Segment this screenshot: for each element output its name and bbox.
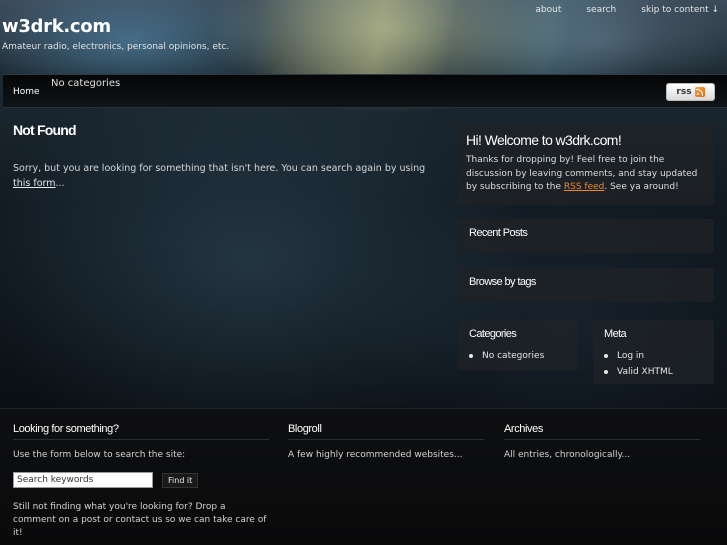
browse-tags-title: Browse by tags [469,276,536,288]
browse-tags-box[interactable]: Browse by tags [458,268,714,302]
footer-search-note: Still not finding what you're looking fo… [13,502,267,538]
list-item: No categories [469,348,567,364]
nav-bar: Home No categories rss [3,74,727,108]
meta-valid-xhtml-link[interactable]: Valid XHTML [604,364,703,380]
blogroll-title: Blogroll [288,423,484,440]
welcome-box: Hi! Welcome to w3drk.com! Thanks for dro… [458,124,714,205]
categories-list: No categories [469,348,567,364]
archives-text: All entries, chronologically... [504,450,631,460]
top-link-skip-to-content[interactable]: skip to content ↓ [624,4,727,18]
footer-search-text: Use the form below to search the site: [13,450,186,460]
welcome-text-part-2: . See ya around! [604,182,679,192]
meta-list: Log in Valid XHTML [604,348,703,380]
meta-login-link[interactable]: Log in [604,348,703,364]
not-found-ellipsis: ... [55,178,65,189]
welcome-text: Thanks for dropping by! Feel free to joi… [466,154,706,195]
page: about search skip to content ↓ w3drk.com… [0,0,727,545]
not-found-text: Sorry, but you are looking for something… [13,163,426,174]
blogroll-text: A few highly recommended websites... [288,450,463,460]
nav-categories-text: No categories [51,78,121,89]
rss-button[interactable]: rss [666,83,715,101]
meta-box: Meta Log in Valid XHTML [593,320,714,384]
footer-search-title: Looking for something? [13,423,269,440]
top-link-search[interactable]: search [569,4,624,18]
find-it-button[interactable]: Find it [162,472,199,488]
recent-posts-title: Recent Posts [469,227,528,239]
recent-posts-box[interactable]: Recent Posts [458,219,714,253]
not-found-message: Sorry, but you are looking for something… [13,161,433,191]
site-description: Amateur radio, electronics, personal opi… [2,42,230,52]
archives-title: Archives [504,423,700,440]
page-title: Not Found [13,122,77,138]
rss-feed-icon [694,87,705,97]
top-link-about[interactable]: about [518,4,569,18]
rss-button-label: rss [676,87,692,97]
search-form: Find it [13,472,269,488]
meta-title: Meta [604,328,627,340]
rss-feed-link[interactable]: RSS feed [564,182,605,192]
nav-home-link[interactable]: Home [13,87,40,97]
footer: Looking for something? Use the form belo… [0,408,727,545]
footer-search-column: Looking for something? Use the form belo… [13,423,269,540]
welcome-title: Hi! Welcome to w3drk.com! [466,132,622,148]
footer-archives-column: Archives All entries, chronologically... [504,423,700,462]
footer-blogroll-column: Blogroll A few highly recommended websit… [288,423,484,462]
categories-box: Categories No categories [458,320,578,370]
categories-title: Categories [469,328,517,340]
search-form-link[interactable]: this form [13,178,56,189]
top-links: about search skip to content ↓ [518,4,727,18]
search-input[interactable] [13,472,153,488]
site-title[interactable]: w3drk.com [2,16,111,37]
